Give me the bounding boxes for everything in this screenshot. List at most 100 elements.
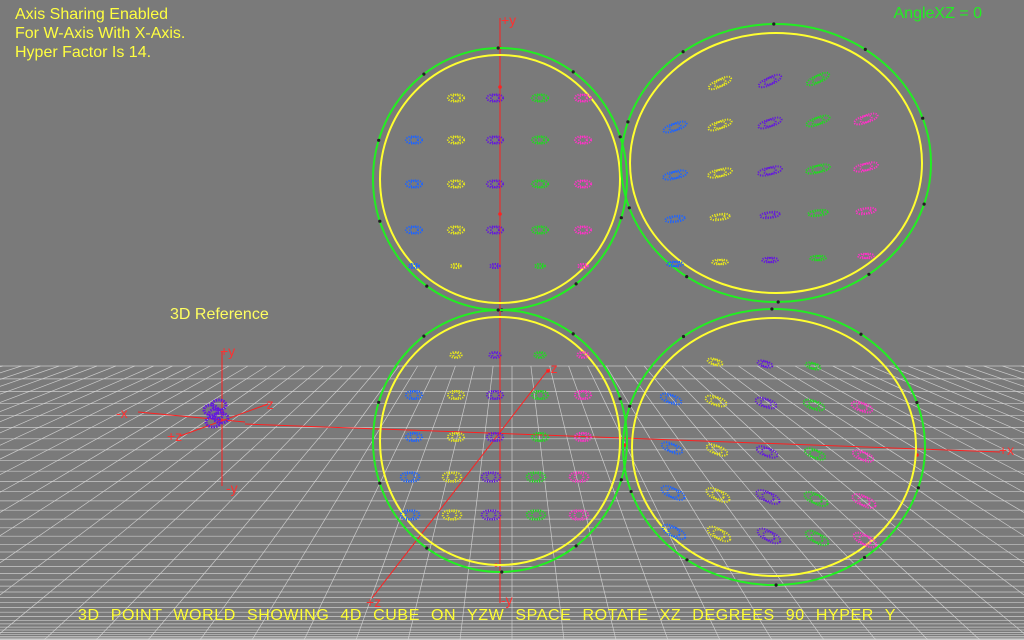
cluster-loop bbox=[710, 358, 724, 367]
point-cluster bbox=[404, 135, 424, 145]
ring-marker-dot bbox=[571, 70, 575, 74]
cluster-loop bbox=[807, 400, 826, 412]
ring-marker-dot bbox=[618, 397, 622, 401]
axis-label-ref-minus-y: -y bbox=[226, 480, 238, 496]
point-cluster bbox=[805, 114, 831, 128]
point-cluster bbox=[530, 93, 550, 103]
axis-label-world-minus-y: -y bbox=[501, 592, 513, 608]
point-cluster bbox=[573, 225, 593, 235]
point-cluster bbox=[485, 179, 505, 189]
cluster-loop bbox=[857, 451, 875, 463]
point-cluster bbox=[707, 167, 733, 179]
point-cluster bbox=[485, 93, 505, 103]
point-cluster bbox=[446, 135, 466, 145]
axis-label-world-plus-x: +x bbox=[999, 442, 1015, 458]
grid-line-depth bbox=[832, 365, 1024, 460]
point-cluster bbox=[757, 116, 783, 130]
ring-marker-dot bbox=[629, 489, 633, 494]
grid-line-depth bbox=[0, 365, 135, 423]
ring-marker-dot bbox=[627, 206, 631, 210]
point-cluster bbox=[802, 398, 826, 412]
point-cluster bbox=[446, 179, 466, 189]
ring-marker-dot bbox=[915, 400, 919, 405]
grid-line-depth bbox=[757, 365, 1024, 537]
cluster-loop bbox=[760, 360, 774, 369]
cluster-loop bbox=[809, 449, 827, 461]
cluster-loop bbox=[707, 168, 727, 179]
point-cluster bbox=[853, 112, 879, 126]
grid-line-depth bbox=[0, 365, 116, 412]
cluster-loop bbox=[755, 445, 773, 457]
grid-line-depth bbox=[43, 365, 343, 640]
point-cluster bbox=[805, 163, 831, 175]
ring-marker-dot bbox=[618, 135, 622, 139]
point-cluster bbox=[660, 441, 684, 455]
grid-line-depth bbox=[0, 365, 230, 493]
point-cluster bbox=[853, 161, 879, 173]
point-cluster bbox=[533, 351, 547, 359]
ring-marker-dot bbox=[377, 400, 381, 404]
point-cluster bbox=[404, 225, 424, 235]
cluster-loop bbox=[713, 118, 733, 130]
axis-label-ref-plus-y: +y bbox=[220, 343, 236, 359]
ring-marker-dot bbox=[922, 202, 926, 206]
point-cluster bbox=[488, 351, 502, 359]
cluster-loop bbox=[662, 122, 682, 134]
cluster-loop bbox=[811, 71, 831, 84]
point-cluster bbox=[754, 396, 778, 410]
ring-marker-dot bbox=[377, 138, 381, 142]
grid-line-depth bbox=[549, 365, 617, 640]
hyper-rings bbox=[372, 22, 932, 587]
point-cluster bbox=[706, 525, 732, 543]
point-cluster bbox=[804, 529, 830, 547]
ring-marker-dot bbox=[685, 275, 689, 279]
point-cluster bbox=[662, 120, 688, 134]
point-cluster bbox=[855, 206, 877, 216]
cluster-loop bbox=[757, 118, 777, 130]
point-cluster bbox=[525, 509, 547, 521]
point-cluster bbox=[573, 179, 593, 189]
cluster-loop bbox=[491, 262, 501, 270]
grid-line-depth bbox=[643, 365, 877, 640]
point-cluster bbox=[755, 489, 781, 505]
point-cluster bbox=[480, 471, 502, 483]
cluster-loop bbox=[811, 114, 831, 126]
ring-marker-dot bbox=[867, 272, 871, 276]
ring-marker-dot bbox=[496, 308, 500, 312]
point-cluster bbox=[489, 262, 501, 270]
cluster-loop bbox=[859, 112, 879, 124]
ring-marker-dot bbox=[500, 570, 504, 574]
point-cluster bbox=[450, 262, 462, 270]
axis-label-world-plus-y: +y bbox=[501, 12, 517, 28]
point-cluster bbox=[707, 75, 733, 91]
point-cluster bbox=[446, 93, 466, 103]
point-cluster bbox=[480, 509, 502, 521]
point-cluster bbox=[803, 491, 829, 507]
cluster-loop bbox=[668, 120, 688, 132]
point-cluster bbox=[711, 258, 729, 266]
info-line-2: For W-Axis With X-Axis. bbox=[15, 25, 186, 42]
cluster-loop bbox=[713, 75, 733, 88]
ring-marker-dot bbox=[916, 486, 920, 490]
grid-line-depth bbox=[0, 365, 192, 460]
point-cluster bbox=[707, 118, 733, 132]
inner-ring-2 bbox=[629, 32, 923, 294]
point-cluster bbox=[449, 351, 463, 359]
point-cluster bbox=[761, 256, 779, 264]
grid-line-depth bbox=[407, 365, 475, 640]
ring-marker-dot bbox=[774, 583, 778, 587]
axis-label-ref-plus-z: +z bbox=[167, 428, 183, 444]
cluster-loop bbox=[853, 114, 873, 126]
grid-line-depth bbox=[719, 365, 1024, 596]
point-world-viewport[interactable] bbox=[0, 0, 1024, 640]
point-cluster bbox=[485, 225, 505, 235]
grid-line-depth bbox=[459, 365, 494, 640]
grid-line-depth bbox=[983, 365, 1024, 380]
point-cluster bbox=[809, 254, 827, 262]
ring-marker-dot bbox=[574, 282, 578, 286]
point-cluster bbox=[530, 135, 550, 145]
grid-line-depth bbox=[624, 365, 825, 640]
ring-marker-dot bbox=[859, 332, 863, 336]
cluster-loop bbox=[805, 164, 825, 175]
point-cluster bbox=[755, 445, 779, 459]
